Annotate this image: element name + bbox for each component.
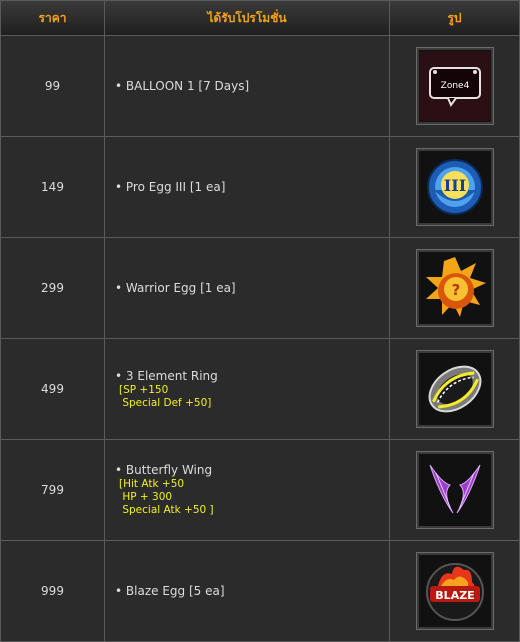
item-cell: Butterfly Wing [Hit Atk +50 HP + 300 Spe… bbox=[105, 440, 389, 540]
blaze-egg-icon: BLAZE bbox=[415, 552, 494, 630]
table-row: 99 BALLOON 1 [7 Days] Zone4 bbox=[1, 36, 519, 137]
warrior-egg-icon: ? bbox=[415, 249, 494, 327]
item-stat: HP + 300 bbox=[119, 491, 173, 503]
table-row: 299 Warrior Egg [1 ea] ? bbox=[1, 238, 519, 339]
item-name: 3 Element Ring bbox=[115, 369, 389, 384]
promotion-table: ราคา ได้รับโปรโมชั่น รูป 99 BALLOON 1 [7… bbox=[0, 0, 520, 642]
image-cell: BLAZE bbox=[390, 541, 519, 641]
svg-text:?: ? bbox=[451, 281, 460, 299]
image-cell: III bbox=[390, 137, 519, 237]
table-row: 999 Blaze Egg [5 ea] BLAZE bbox=[1, 541, 519, 641]
item-name: Pro Egg III [1 ea] bbox=[115, 180, 389, 195]
item-stat: [SP +150 bbox=[119, 383, 169, 396]
item-name: Warrior Egg [1 ea] bbox=[115, 281, 389, 296]
header-image: รูป bbox=[447, 11, 462, 25]
blaze-label: BLAZE bbox=[435, 589, 474, 602]
item-stat: Special Def +50] bbox=[119, 396, 212, 409]
egg-roman-label: III bbox=[443, 176, 465, 195]
item-name: BALLOON 1 [7 Days] bbox=[115, 79, 389, 94]
column-divider bbox=[104, 1, 105, 641]
item-cell: Blaze Egg [5 ea] bbox=[105, 541, 389, 641]
item-name: Butterfly Wing bbox=[115, 463, 389, 478]
price-cell: 799 bbox=[41, 483, 64, 497]
image-cell: Zone4 bbox=[390, 36, 519, 136]
item-cell: Pro Egg III [1 ea] bbox=[105, 137, 389, 237]
zone4-label: Zone4 bbox=[440, 81, 469, 91]
element-ring-icon bbox=[415, 350, 494, 428]
price-cell: 299 bbox=[41, 281, 64, 295]
image-cell bbox=[390, 339, 519, 439]
item-cell: Warrior Egg [1 ea] bbox=[105, 238, 389, 338]
item-stat: [Hit Atk +50 bbox=[119, 478, 185, 490]
item-name: Blaze Egg [5 ea] bbox=[115, 584, 389, 599]
column-divider bbox=[389, 1, 390, 641]
price-cell: 99 bbox=[44, 79, 61, 93]
butterfly-wing-icon bbox=[415, 451, 494, 529]
item-cell: BALLOON 1 [7 Days] bbox=[105, 36, 389, 136]
image-cell: ? bbox=[390, 238, 519, 338]
table-row: 799 Butterfly Wing [Hit Atk +50 HP + 300… bbox=[1, 440, 519, 541]
zone4-balloon-icon: Zone4 bbox=[415, 47, 494, 125]
table-row: 149 Pro Egg III [1 ea] III bbox=[1, 137, 519, 238]
pro-egg-iii-icon: III bbox=[415, 148, 494, 226]
header-price: ราคา bbox=[38, 11, 67, 25]
table-row: 499 3 Element Ring [SP +150 Special Def … bbox=[1, 339, 519, 440]
image-cell bbox=[390, 440, 519, 540]
price-cell: 499 bbox=[41, 382, 64, 396]
header-promotion: ได้รับโปรโมชั่น bbox=[207, 11, 287, 25]
table-header: ราคา ได้รับโปรโมชั่น รูป bbox=[1, 1, 519, 36]
item-cell: 3 Element Ring [SP +150 Special Def +50] bbox=[105, 339, 389, 439]
item-stat: Special Atk +50 ] bbox=[119, 504, 214, 516]
price-cell: 149 bbox=[41, 180, 64, 194]
price-cell: 999 bbox=[41, 584, 64, 598]
